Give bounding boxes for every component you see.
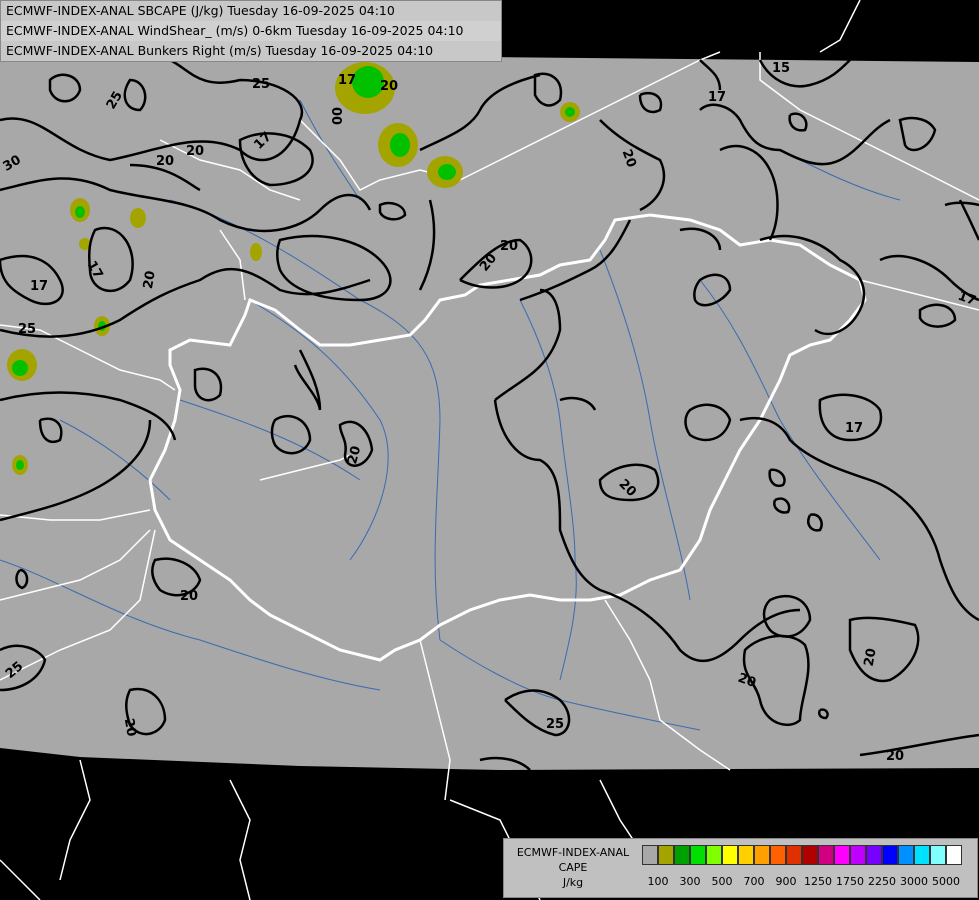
legend-tick-label: 5000 [932,875,960,888]
legend-swatch [850,845,866,865]
legend-title-param: CAPE [558,861,588,874]
map-viewer: 17 25 25 00 30 20 17 15 17 20 20 17 25 2… [0,0,979,900]
legend-swatch [882,845,898,865]
legend-swatch [642,845,658,865]
contour-label: 20 [186,144,204,159]
contour-label: 20 [121,717,139,737]
legend-swatch [914,845,930,865]
legend-tick-label: 3000 [900,875,928,888]
contour-label: 20 [180,589,198,604]
legend-tick-label: 900 [775,875,797,888]
legend-title-unit: J/kg [562,876,584,889]
contour-label: 17 [708,90,726,105]
legend-swatch [866,845,882,865]
legend-tick-label: 2250 [868,875,896,888]
legend-swatch [690,845,706,865]
legend-title-model: ECMWF-INDEX-ANAL [516,846,630,859]
legend-swatch [802,845,818,865]
title-line-bunkers: ECMWF-INDEX-ANAL Bunkers Right (m/s) Tue… [6,43,434,58]
legend-swatch [786,845,802,865]
contour-label: 17 [30,279,48,294]
contour-label: 17 [338,73,356,88]
legend-ticks: 100 300 500 700 900 1250 1750 2250 3000 5000 [642,875,972,891]
contour-label: 25 [546,717,564,732]
legend-swatch [834,845,850,865]
legend-swatch [898,845,914,865]
legend-swatch [818,845,834,865]
legend-tick-label: 1750 [836,875,864,888]
cape-legend: ECMWF-INDEX-ANAL CAPE J/kg 100 300 500 700 9… [503,838,978,898]
legend-swatch [946,845,962,865]
legend-swatches [642,845,962,865]
contour-label: 25 [252,77,270,92]
legend-tick-label: 500 [711,875,733,888]
legend-swatch [722,845,738,865]
legend-swatch [930,845,946,865]
legend-swatch [738,845,754,865]
contour-label: 20 [862,647,880,667]
contour-label: 20 [886,749,904,764]
legend-tick-label: 700 [743,875,765,888]
title-line-cape: ECMWF-INDEX-ANAL SBCAPE (J/kg) Tuesday 1… [6,3,395,18]
legend-swatch [674,845,690,865]
contour-label: 20 [380,79,398,94]
contour-label: 20 [141,270,159,290]
legend-swatch [706,845,722,865]
contour-label: 20 [500,239,518,254]
contour-label: 17 [845,421,863,436]
contour-label: 25 [18,322,36,337]
weather-map: 17 25 25 00 30 20 17 15 17 20 20 17 25 2… [0,0,979,900]
legend-tick-label: 100 [647,875,669,888]
map-title-box: ECMWF-INDEX-ANAL SBCAPE (J/kg) Tuesday 1… [0,0,502,62]
title-line-windshear: ECMWF-INDEX-ANAL WindShear_ (m/s) 0-6km … [1,21,501,41]
legend-tick-label: 1250 [804,875,832,888]
contour-label: 00 [328,107,343,125]
legend-swatch [658,845,674,865]
legend-tick-label: 300 [679,875,701,888]
contour-label: 20 [156,154,174,169]
legend-swatch [770,845,786,865]
contour-label: 15 [772,61,790,76]
legend-swatch [754,845,770,865]
legend-title: ECMWF-INDEX-ANAL CAPE J/kg [504,845,642,890]
